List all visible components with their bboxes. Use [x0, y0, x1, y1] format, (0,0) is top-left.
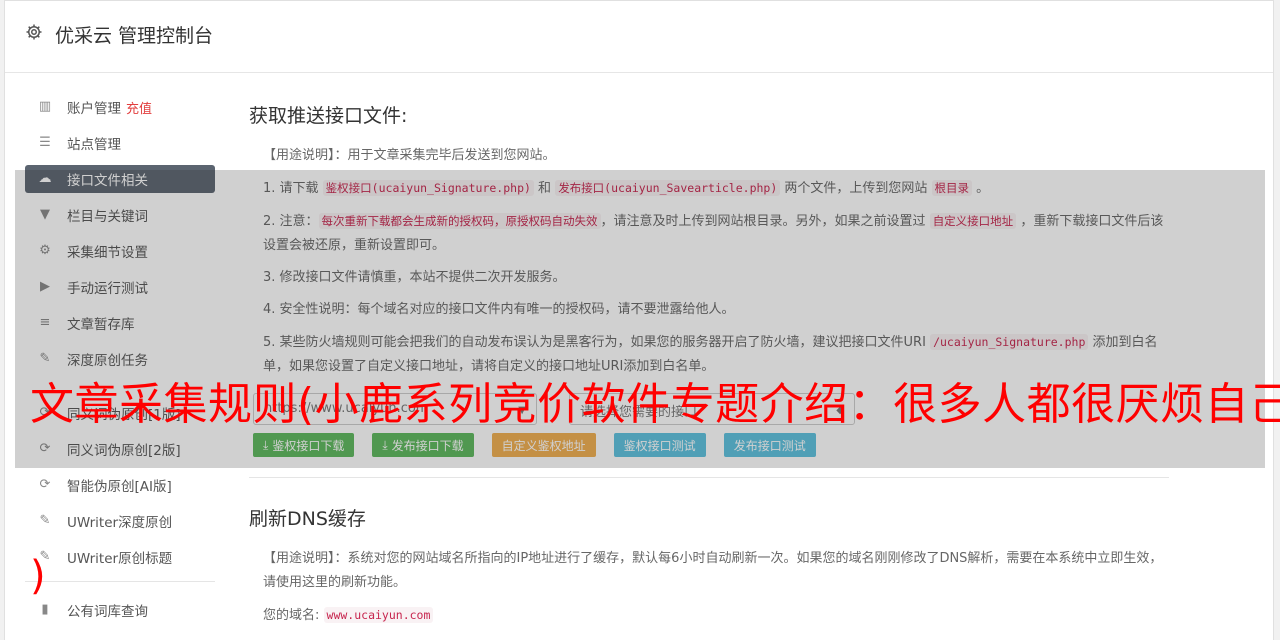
sidebar-item-public-lexicon[interactable]: ▮ 公有词库查询 [25, 596, 215, 624]
sidebar-divider [25, 581, 215, 582]
section-title-dns: 刷新DNS缓存 [249, 508, 366, 530]
domain-line: 您的域名: www.ucaiyun.com [249, 603, 1169, 628]
domain-value: www.ucaiyun.com [323, 607, 434, 623]
sidebar-item-label: 站点管理 [67, 137, 121, 153]
dns-usage-text: 【用途说明】：系统对您的网站域名所指向的IP地址进行了缓存，默认每6小时自动刷新… [263, 551, 1163, 590]
gear-icon [26, 24, 42, 40]
overlay-banner-text: 文章采集规则(小鹿系列竞价软件专题介绍：很多人都很厌烦自己 [30, 379, 1280, 430]
sidebar-item-label: 智能伪原创[AI版] [67, 479, 172, 495]
sidebar-item-label: UWriter深度原创 [67, 515, 173, 531]
sidebar-item-uwriter-deep[interactable]: ✎ UWriter深度原创 [25, 507, 215, 535]
sidebar-item-uwriter-title[interactable]: ✎ UWriter原创标题 [25, 543, 215, 571]
edit-icon: ✎ [39, 513, 51, 528]
sidebar-item-ai-rewrite[interactable]: ⟳ 智能伪原创[AI版] [25, 471, 215, 499]
page-title: 优采云 管理控制台 [55, 25, 214, 47]
overlay-paren-text: ) [30, 553, 46, 599]
domain-label: 您的域名: [263, 608, 320, 623]
refresh-icon: ⟳ [39, 477, 51, 492]
sidebar-item-label: 账户管理 [67, 101, 121, 117]
sidebar-item-account[interactable]: ▥ 账户管理 充值 [25, 93, 215, 121]
section-divider [249, 477, 1169, 478]
book-icon: ▮ [41, 602, 49, 617]
sidebar-item-sites[interactable]: ☰ 站点管理 [25, 129, 215, 157]
header-bar: 优采云 管理控制台 [5, 1, 1273, 73]
usage-text: 【用途说明】：用于文章采集完毕后发送到您网站。 [263, 148, 556, 163]
section-title-interface-files: 获取推送接口文件: [249, 105, 408, 127]
bar-chart-icon: ▥ [38, 99, 52, 114]
sidebar-item-label: UWriter原创标题 [67, 551, 173, 567]
server-icon: ☰ [39, 135, 51, 150]
recharge-link[interactable]: 充值 [126, 98, 152, 117]
sidebar-item-label: 公有词库查询 [67, 604, 148, 620]
